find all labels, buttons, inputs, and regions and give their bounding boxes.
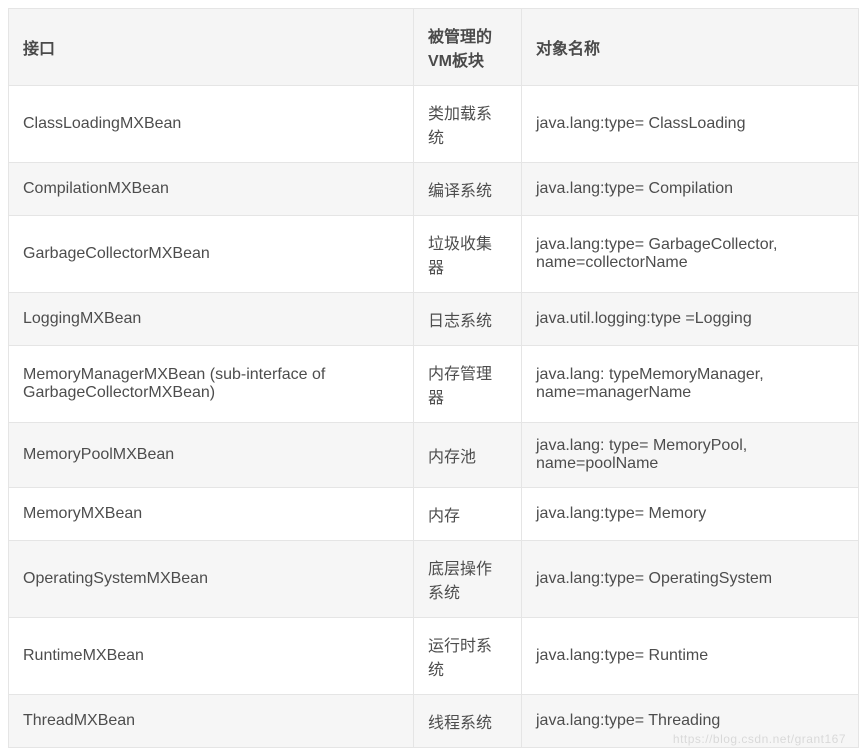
table-header: 接口 被管理的VM板块 对象名称	[9, 9, 859, 86]
table-row: ClassLoadingMXBean 类加载系统 java.lang:type=…	[9, 86, 859, 163]
cell-interface: MemoryPoolMXBean	[9, 423, 414, 488]
cell-object-name: java.lang:type= Runtime	[522, 618, 859, 695]
header-interface: 接口	[9, 9, 414, 86]
cell-vm-module: 日志系统	[414, 293, 522, 346]
cell-interface: MemoryManagerMXBean (sub-interface of Ga…	[9, 346, 414, 423]
cell-object-name: java.lang:type= Memory	[522, 488, 859, 541]
cell-interface: LoggingMXBean	[9, 293, 414, 346]
cell-object-name: java.lang:type= Threading	[522, 695, 859, 748]
table-row: RuntimeMXBean 运行时系统 java.lang:type= Runt…	[9, 618, 859, 695]
table-row: GarbageCollectorMXBean 垃圾收集器 java.lang:t…	[9, 216, 859, 293]
cell-interface: MemoryMXBean	[9, 488, 414, 541]
table-row: OperatingSystemMXBean 底层操作系统 java.lang:t…	[9, 541, 859, 618]
table-row: MemoryMXBean 内存 java.lang:type= Memory	[9, 488, 859, 541]
table-row: MemoryManagerMXBean (sub-interface of Ga…	[9, 346, 859, 423]
cell-interface: ClassLoadingMXBean	[9, 86, 414, 163]
cell-vm-module: 内存	[414, 488, 522, 541]
cell-interface: ThreadMXBean	[9, 695, 414, 748]
table-body: ClassLoadingMXBean 类加载系统 java.lang:type=…	[9, 86, 859, 748]
cell-object-name: java.lang:type= OperatingSystem	[522, 541, 859, 618]
header-object-name: 对象名称	[522, 9, 859, 86]
cell-vm-module: 垃圾收集器	[414, 216, 522, 293]
cell-vm-module: 运行时系统	[414, 618, 522, 695]
cell-object-name: java.util.logging:type =Logging	[522, 293, 859, 346]
cell-vm-module: 类加载系统	[414, 86, 522, 163]
cell-vm-module: 内存管理器	[414, 346, 522, 423]
cell-object-name: java.lang:type= Compilation	[522, 163, 859, 216]
table-row: MemoryPoolMXBean 内存池 java.lang: type= Me…	[9, 423, 859, 488]
cell-object-name: java.lang:type= GarbageCollector, name=c…	[522, 216, 859, 293]
cell-interface: OperatingSystemMXBean	[9, 541, 414, 618]
table-row: CompilationMXBean 编译系统 java.lang:type= C…	[9, 163, 859, 216]
cell-interface: RuntimeMXBean	[9, 618, 414, 695]
cell-vm-module: 线程系统	[414, 695, 522, 748]
header-vm-module: 被管理的VM板块	[414, 9, 522, 86]
cell-object-name: java.lang: typeMemoryManager, name=manag…	[522, 346, 859, 423]
cell-interface: GarbageCollectorMXBean	[9, 216, 414, 293]
cell-vm-module: 内存池	[414, 423, 522, 488]
table-row: ThreadMXBean 线程系统 java.lang:type= Thread…	[9, 695, 859, 748]
cell-object-name: java.lang:type= ClassLoading	[522, 86, 859, 163]
cell-vm-module: 编译系统	[414, 163, 522, 216]
cell-interface: CompilationMXBean	[9, 163, 414, 216]
cell-vm-module: 底层操作系统	[414, 541, 522, 618]
mxbean-table: 接口 被管理的VM板块 对象名称 ClassLoadingMXBean 类加载系…	[8, 8, 859, 748]
table-row: LoggingMXBean 日志系统 java.util.logging:typ…	[9, 293, 859, 346]
cell-object-name: java.lang: type= MemoryPool, name=poolNa…	[522, 423, 859, 488]
